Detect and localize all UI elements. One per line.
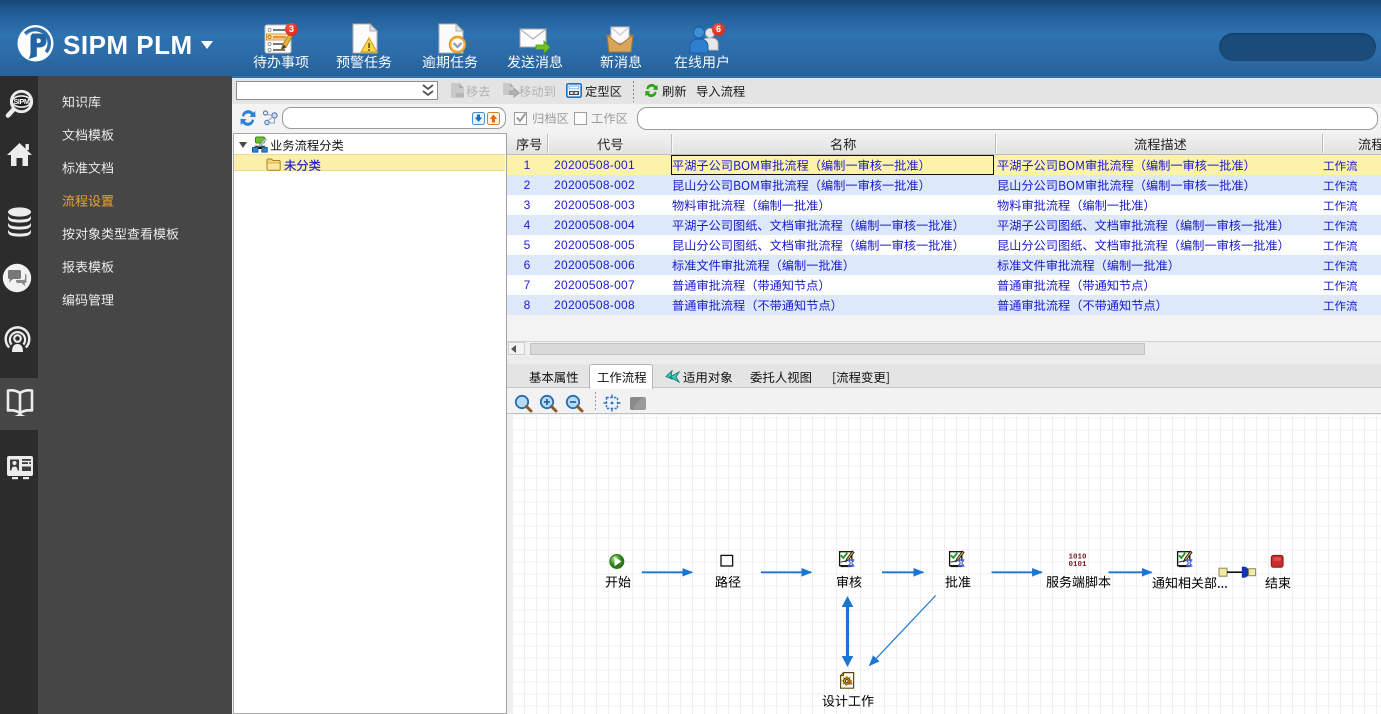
svg-text:0101: 0101 <box>1068 561 1087 569</box>
svg-text:SIPM: SIPM <box>14 97 30 106</box>
